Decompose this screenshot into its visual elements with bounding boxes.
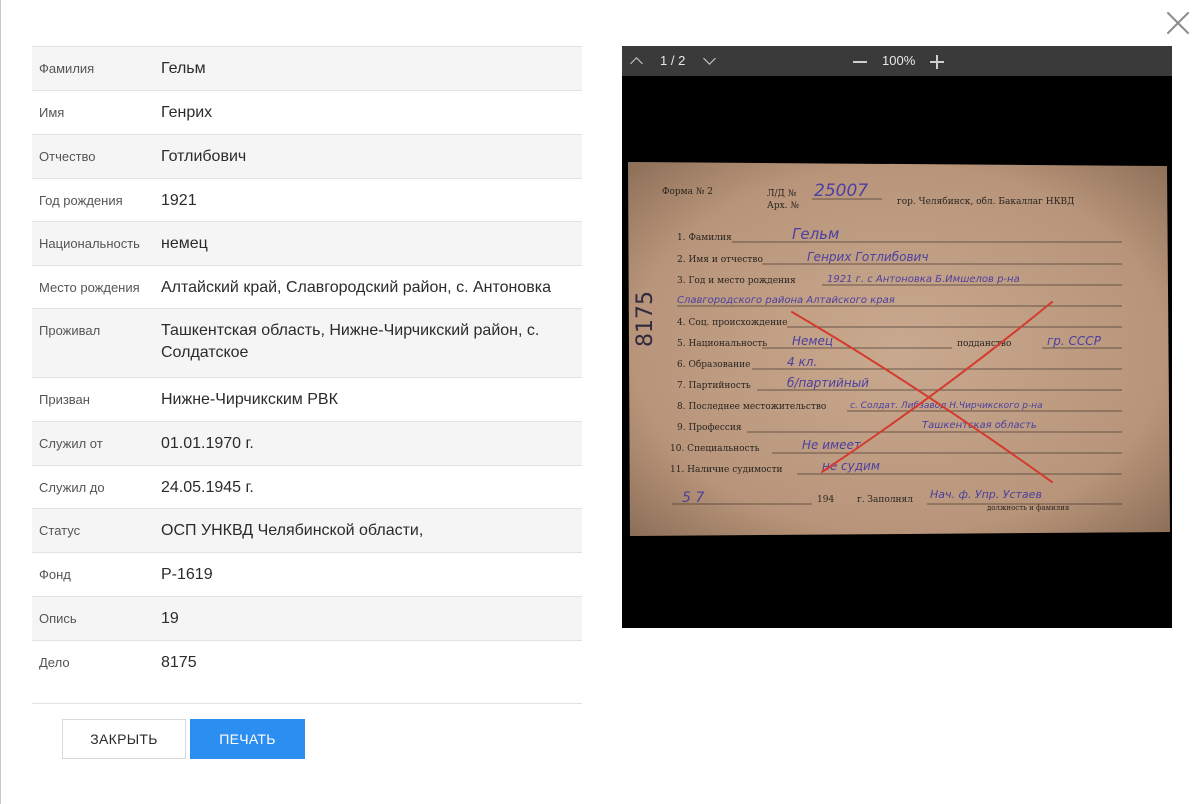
card-line-label: 2. Имя и отчество (677, 255, 763, 265)
card-ld-number: 25007 (814, 181, 868, 201)
field-row-residence: Проживал Ташкентская область, Нижне-Чирч… (32, 309, 582, 378)
field-value: 19 (161, 610, 179, 627)
field-value: 24.05.1945 г. (161, 479, 254, 496)
field-value: Р-1619 (161, 566, 213, 583)
card-hand-text: Гельм (792, 225, 839, 243)
zoom-level: 100% (882, 53, 916, 68)
field-row-status: Статус ОСП УНКВД Челябинской области, (32, 509, 582, 553)
print-button[interactable]: ПЕЧАТЬ (190, 719, 305, 759)
field-label: Фамилия (39, 61, 95, 76)
field-label: Проживал (39, 323, 101, 338)
card-hand-text: Генрих Готлибович (807, 250, 928, 264)
field-label: Имя (39, 105, 65, 120)
field-label: Опись (39, 611, 77, 626)
field-row-birth-year: Год рождения 1921 (32, 179, 582, 222)
field-row-served-to: Служил до 24.05.1945 г. (32, 466, 582, 509)
card-line-label: 1. Фамилия (677, 233, 732, 243)
card-hand-text: Славгородского района Алтайского края (677, 295, 895, 306)
card-line-label: 4. Соц. происхождение (677, 318, 787, 328)
field-row-name: Имя Генрих (32, 91, 582, 135)
field-label: Фонд (39, 567, 71, 582)
card-paper (628, 162, 1170, 536)
field-label: Дело (39, 655, 70, 670)
card-zapolnyal: г. Заполнял (857, 495, 913, 505)
field-value: 01.01.1970 г. (161, 435, 254, 452)
field-value: Ташкентская область, Нижне-Чирчикский ра… (161, 322, 540, 361)
field-row-opis: Опись 19 (32, 597, 582, 641)
field-row-delo: Дело 8175 (32, 641, 582, 685)
card-hand-text: 1921 г. с Антоновка Б.Имшелов р-на (827, 274, 1020, 285)
card-sign-caption: должность и фамилия (987, 504, 1070, 512)
card-line-label: 11. Наличие судимости (670, 465, 783, 475)
card-hand-text: Немец (792, 334, 833, 348)
field-row-drafted: Призван Нижне-Чирчикским РВК (32, 378, 582, 422)
person-details-table: Фамилия Гельм Имя Генрих Отчество Готлиб… (32, 46, 582, 685)
field-value: ОСП УНКВД Челябинской области, (161, 522, 424, 539)
record-modal: Фамилия Гельм Имя Генрих Отчество Готлиб… (0, 0, 1201, 804)
field-value: немец (161, 235, 208, 252)
field-value: 8175 (161, 654, 197, 671)
field-row-birthplace: Место рождения Алтайский край, Славгород… (32, 266, 582, 309)
close-button[interactable]: ЗАКРЫТЬ (62, 719, 186, 759)
card-form-label: Форма № 2 (662, 187, 713, 197)
card-line-label: 5. Национальность (677, 339, 767, 349)
card-line-label: 6. Образование (677, 359, 750, 370)
card-date-hand: 5 7 (682, 490, 704, 506)
archive-card-image: Форма № 2 Л/Д № Арх. № гор. Челябинск, о… (628, 162, 1170, 536)
field-value: Гельм (161, 60, 206, 77)
zoom-in-icon[interactable] (930, 56, 944, 67)
viewer-toolbar: 1 / 2 100% (622, 46, 1172, 76)
field-label: Служил до (39, 480, 105, 495)
field-row-surname: Фамилия Гельм (32, 47, 582, 91)
card-hand-text: 4 кл. (787, 355, 817, 369)
card-line-label: 9. Профессия (677, 423, 742, 433)
card-line-label: 7. Партийность (677, 381, 751, 391)
zoom-out-icon[interactable] (853, 61, 867, 63)
card-ld-label: Л/Д № (767, 189, 796, 199)
field-value: Генрих (161, 104, 213, 121)
footer-divider (32, 703, 582, 704)
card-year: 194 (817, 495, 834, 505)
field-row-served-from: Служил от 01.01.1970 г. (32, 422, 582, 466)
card-hand-text: Ташкентская область (922, 419, 1037, 431)
field-label: Статус (39, 523, 81, 538)
field-value: Готлибович (161, 148, 247, 165)
close-icon[interactable] (1165, 10, 1191, 36)
card-side-number: 8175 (633, 291, 658, 347)
card-hand-text: б/партийный (787, 376, 869, 390)
card-place: гор. Челябинск, обл. Бакаллаг НКВД (897, 196, 1074, 207)
field-value: 1921 (161, 192, 197, 209)
field-row-fond: Фонд Р-1619 (32, 553, 582, 597)
card-line-label: 3. Год и место рождения (677, 276, 796, 286)
field-label: Призван (39, 392, 90, 407)
previous-page-icon[interactable] (630, 57, 643, 70)
field-label: Год рождения (39, 193, 123, 208)
field-row-nationality: Национальность немец (32, 222, 582, 266)
field-value: Нижне-Чирчикским РВК (161, 391, 338, 408)
field-value: Алтайский край, Славгородский район, с. … (161, 279, 551, 296)
card-line-label: 10. Специальность (670, 444, 760, 454)
page-counter: 1 / 2 (660, 53, 686, 68)
field-label: Место рождения (39, 280, 140, 295)
field-row-patronymic: Отчество Готлибович (32, 135, 582, 179)
field-label: Служил от (39, 436, 103, 451)
field-label: Отчество (39, 149, 96, 164)
card-sign-hand: Нач. ф. Упр. Устаев (930, 488, 1042, 501)
field-label: Национальность (39, 236, 140, 251)
document-viewer: 1 / 2 100% Форма № 2 Л/Д № Арх. № гор. Ч… (622, 46, 1172, 628)
card-poddanstvo-hand: гр. СССР (1047, 334, 1102, 348)
card-line-label: 8. Последнее местожительство (677, 402, 826, 412)
card-hand-text: Не имеет (802, 438, 862, 452)
next-page-icon[interactable] (703, 52, 716, 65)
card-arh-label: Арх. № (767, 201, 799, 211)
